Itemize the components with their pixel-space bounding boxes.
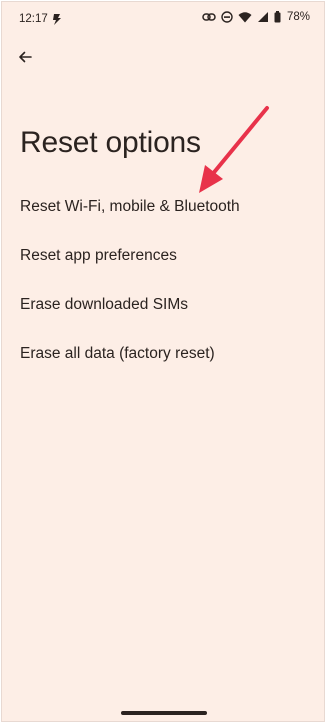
reset-network-option[interactable]: Reset Wi-Fi, mobile & Bluetooth	[2, 182, 324, 231]
reset-app-preferences-option[interactable]: Reset app preferences	[2, 231, 324, 280]
status-icons: 78%	[202, 11, 310, 23]
page-title: Reset options	[20, 126, 201, 159]
hotspot-icon	[51, 12, 63, 26]
factory-reset-option[interactable]: Erase all data (factory reset)	[2, 329, 324, 378]
battery-percent: 78%	[286, 11, 310, 23]
signal-icon	[257, 11, 269, 23]
erase-downloaded-sims-option[interactable]: Erase downloaded SIMs	[2, 280, 324, 329]
status-time: 12:17	[19, 13, 48, 25]
dnd-icon	[221, 11, 233, 23]
option-label: Erase downloaded SIMs	[20, 295, 189, 313]
status-bar: 12:17 78%	[2, 2, 324, 38]
link-icon	[202, 12, 216, 22]
navigation-handle[interactable]	[121, 711, 207, 715]
option-label: Erase all data (factory reset)	[20, 344, 215, 362]
arrow-left-icon	[17, 49, 33, 70]
battery-icon	[274, 11, 281, 23]
option-label: Reset Wi-Fi, mobile & Bluetooth	[20, 197, 240, 215]
back-button[interactable]	[10, 44, 40, 74]
wifi-icon	[238, 11, 252, 23]
option-label: Reset app preferences	[20, 246, 177, 264]
reset-options-list: Reset Wi-Fi, mobile & Bluetooth Reset ap…	[2, 182, 324, 378]
phone-screen: 12:17 78% Reset options Reset Wi-Fi, mob…	[1, 1, 325, 722]
